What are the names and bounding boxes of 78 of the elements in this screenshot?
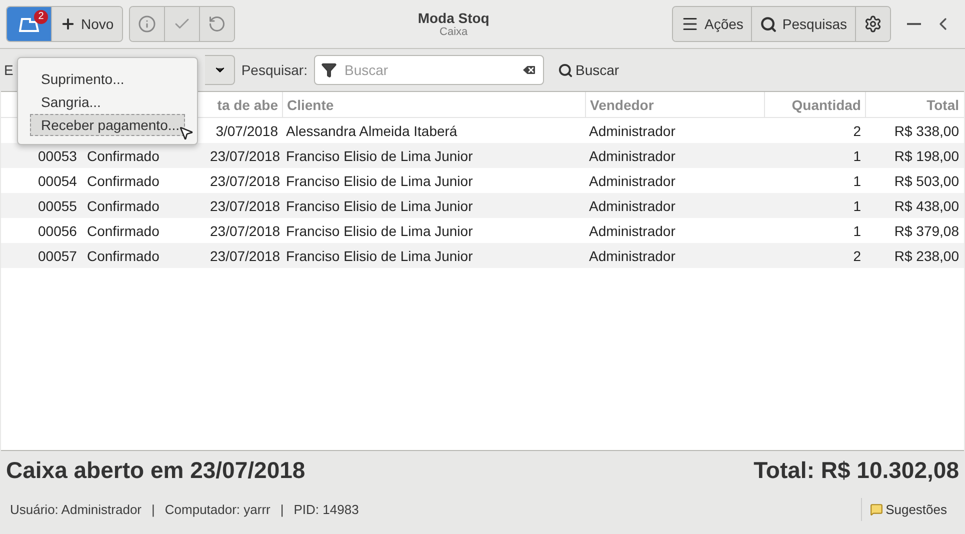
table-cell-text: 23/07/2018 <box>209 222 282 238</box>
table-cell-text: Confirmado <box>86 198 160 214</box>
search-icon <box>558 62 572 78</box>
table-cell-text: 00057 <box>37 248 78 264</box>
total-amount: Total: R$ 10.302,08 <box>754 457 959 484</box>
speech-bubble-icon <box>870 502 883 516</box>
table-cell-text: Confirmado <box>86 172 160 188</box>
table-cell-text: Franciso Elisio de Lima Junior <box>285 248 474 264</box>
info-button[interactable] <box>130 7 164 41</box>
table-cell-text: 00055 <box>37 198 78 214</box>
table-cell-text: Confirmado <box>86 222 160 238</box>
filter-label: E <box>4 62 14 78</box>
cursor-icon <box>178 125 194 141</box>
table-cell-text: Administrador <box>588 222 676 238</box>
info-icon <box>138 15 156 33</box>
table-cell-text: R$ 198,00 <box>893 148 960 164</box>
table-cell-text: Administrador <box>588 248 676 264</box>
window-subtitle: Caixa <box>440 26 468 38</box>
table-cell-text: Administrador <box>588 198 676 214</box>
table-cell-text: 23/07/2018 <box>209 248 282 264</box>
notification-badge: 2 <box>34 10 48 24</box>
new-button[interactable]: Novo <box>51 7 122 41</box>
table-cell-text: Administrador <box>588 172 676 188</box>
table-cell-text: Confirmado <box>86 248 160 264</box>
search-field[interactable]: Buscar <box>314 55 544 85</box>
table-cell-text: Franciso Elisio de Lima Junior <box>285 222 474 238</box>
table-cell-text: 00056 <box>37 222 78 238</box>
table-cell-text: 1 <box>852 198 862 214</box>
cash-register-button[interactable]: 2 <box>7 7 51 41</box>
table-cell-text: 23/07/2018 <box>209 148 282 164</box>
table-cell-text: Franciso Elisio de Lima Junior <box>285 198 474 214</box>
table-cell-text: Alessandra Almeida Itaberá <box>285 122 458 138</box>
table-cell-text: 00053 <box>37 148 78 164</box>
table-cell-text: 1 <box>852 222 862 238</box>
table-cell-text: 23/07/2018 <box>209 198 282 214</box>
table-cell-text: 00054 <box>37 172 78 188</box>
undo-button[interactable] <box>198 7 234 41</box>
undo-icon <box>208 15 226 33</box>
table-cell-text: R$ 379,08 <box>893 222 960 238</box>
search-icon <box>760 16 778 32</box>
searches-button[interactable]: Pesquisas <box>751 7 855 41</box>
cash-register-icon <box>19 15 39 33</box>
menu-item[interactable]: Sangria... <box>30 91 185 113</box>
dropdown-button[interactable] <box>205 55 236 85</box>
plus-icon <box>60 16 76 32</box>
settings-button[interactable] <box>855 7 890 41</box>
settings-icon <box>864 15 882 33</box>
actions-button[interactable]: Ações <box>673 7 752 41</box>
search-label: Pesquisar: <box>241 62 308 78</box>
pid-info: PID: 14983 <box>294 502 359 516</box>
table-cell-text: 23/07/2018 <box>209 172 282 188</box>
menu-item[interactable]: Receber pagamento... <box>30 114 185 136</box>
window-title: Moda Stoq <box>418 10 490 26</box>
table-cell-text: Administrador <box>588 122 676 138</box>
table-cell-text: 1 <box>852 172 862 188</box>
table-cell-text: R$ 503,00 <box>893 172 960 188</box>
cash-open-heading: Caixa aberto em 23/07/2018 <box>6 457 306 484</box>
table-cell-text: R$ 438,00 <box>893 198 960 214</box>
separator: | <box>280 502 284 516</box>
table-cell-text: 3/07/2018 <box>214 122 279 138</box>
table-cell-text: Franciso Elisio de Lima Junior <box>285 148 474 164</box>
menu-item[interactable]: Suprimento... <box>30 68 185 90</box>
menu-icon <box>681 15 700 33</box>
search-button[interactable]: Buscar <box>550 62 628 78</box>
table-cell-text: Administrador <box>588 148 676 164</box>
minimize-icon <box>907 23 921 25</box>
table-cell-text: Confirmado <box>86 148 160 164</box>
table-cell-text: R$ 338,00 <box>893 122 960 138</box>
suggestions-button[interactable]: Sugestões <box>860 498 955 520</box>
filter-icon <box>320 62 336 78</box>
table-cell-text: 2 <box>852 248 862 264</box>
user-info: Usuário: Administrador <box>10 502 142 516</box>
separator: | <box>152 502 155 516</box>
computer-info: Computador: yarrr <box>164 502 270 516</box>
table-cell-text: 2 <box>852 122 862 138</box>
table-cell-text: 1 <box>852 148 862 164</box>
table-cell-text: R$ 238,00 <box>893 248 960 264</box>
table-cell-text: Franciso Elisio de Lima Junior <box>285 172 474 188</box>
